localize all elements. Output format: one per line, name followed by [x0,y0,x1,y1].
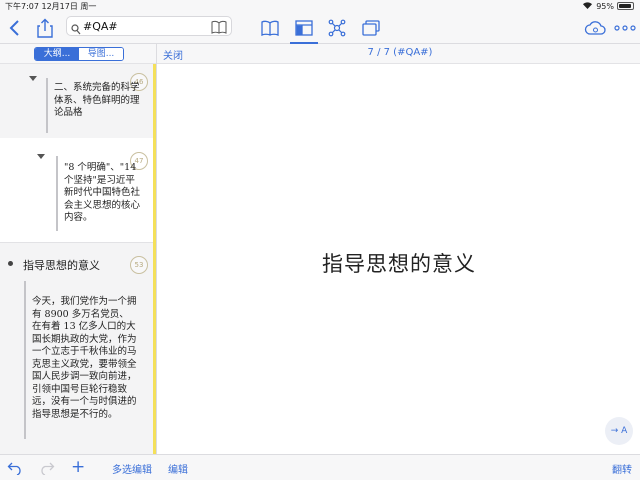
undo-icon[interactable] [6,459,24,477]
flip-button[interactable]: 翻转 [612,461,632,476]
toolbar: #QA# [0,13,640,44]
more-icon[interactable] [613,17,637,39]
edit-button[interactable]: 编辑 [168,461,188,476]
card-title: 指导思想的意义 [322,252,476,276]
library-icon[interactable] [259,17,281,39]
tab-mindmap[interactable]: 导图... [79,48,123,60]
search-icon [71,20,81,39]
redo-icon[interactable] [38,459,56,477]
card-number-badge: 53 [130,256,148,274]
outline-note-text: "8 个明确"、"14 个坚持"是习近平新时代中国特色社会主义思想的核心内容。 [64,162,141,223]
collapse-triangle-icon[interactable] [29,76,37,81]
outline-note-text: 今天，我们党作为一个拥有 8900 多万名党员、在有着 13 亿多人口的大国长期… [32,296,137,420]
status-bar: 下午7:07 12月17日 周一 95% [0,0,640,13]
battery-icon [617,2,634,10]
bottom-bar: + 多选编辑 编辑 翻转 [0,454,640,480]
windows-icon[interactable] [360,17,382,39]
outline-sidebar[interactable]: 46 二、系统完备的科学体系、特色鲜明的理论品格 47 "8 个明确"、"14 … [0,64,153,454]
layout-icon[interactable] [293,17,315,39]
cloud-sync-icon[interactable] [584,17,606,39]
tab-outline[interactable]: 大纲... [35,48,79,60]
list-item-selected[interactable]: 指导思想的意义 53 今天，我们党作为一个拥有 8900 多万名党员、在有着 1… [0,242,153,454]
battery-percent: 95% [596,1,614,11]
share-icon[interactable] [34,17,56,39]
wifi-icon [582,1,593,11]
bullet-icon [8,261,13,266]
search-field[interactable]: #QA# [66,16,232,36]
search-input-value[interactable]: #QA# [83,20,118,33]
book-icon[interactable] [211,19,227,38]
view-segmented-control: 大纲... 导图... [34,47,124,61]
indent-bar [56,156,58,231]
collapse-triangle-icon[interactable] [37,154,45,159]
page-indicator: 7 / 7 (#QA#) [367,47,433,58]
multi-select-edit-button[interactable]: 多选编辑 [112,461,152,476]
outline-note-text: 二、系统完备的科学体系、特色鲜明的理论品格 [54,82,140,118]
sub-header: 大纲... 导图... 关闭 7 / 7 (#QA#) [0,44,640,64]
add-button[interactable]: + [71,457,85,477]
pane-divider [156,44,157,480]
list-item[interactable]: 46 二、系统完备的科学体系、特色鲜明的理论品格 [0,64,153,138]
back-chevron-icon[interactable] [3,17,25,39]
close-button[interactable]: 关闭 [163,47,183,62]
outline-item-title: 指导思想的意义 [23,259,100,272]
battery-level [619,4,632,8]
status-time-date: 下午7:07 12月17日 周一 [5,2,97,11]
indent-bar [46,78,48,133]
indent-bar [24,281,26,439]
status-right: 95% [582,1,634,11]
mindmap-icon[interactable] [326,17,348,39]
flip-answer-button[interactable]: → A [605,417,633,445]
